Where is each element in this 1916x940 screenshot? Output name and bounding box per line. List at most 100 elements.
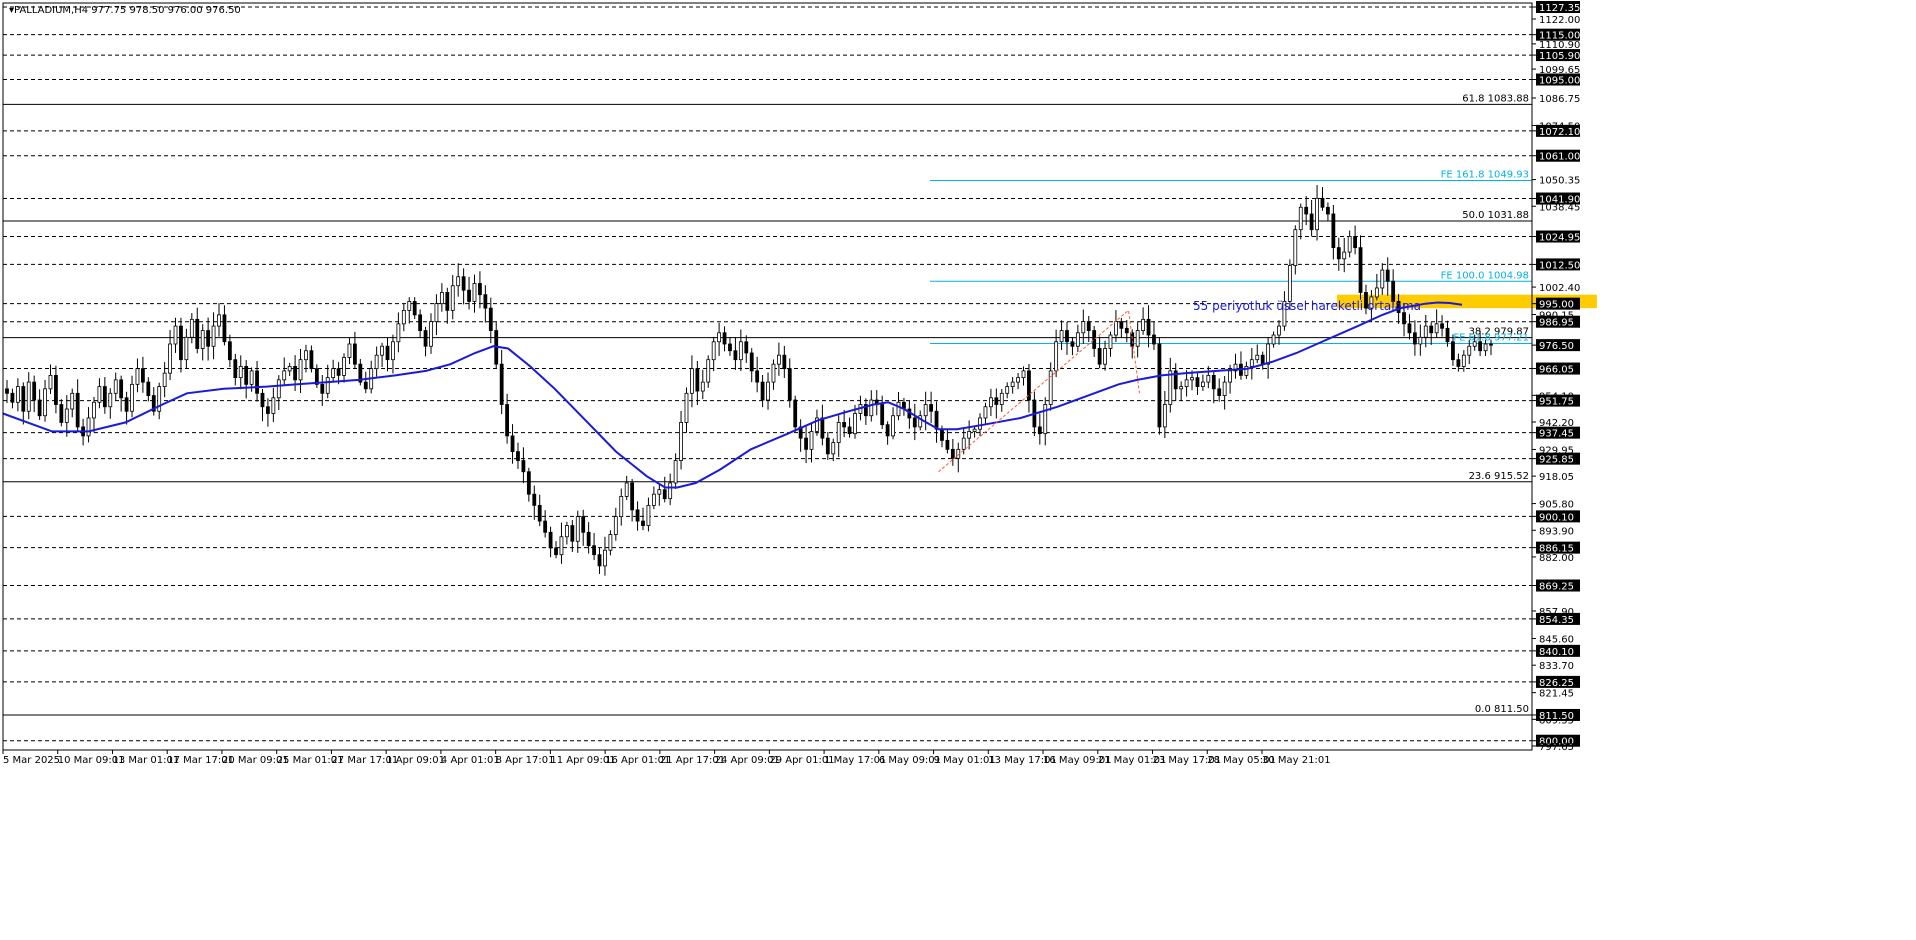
candle <box>1445 320 1450 347</box>
time-tick-label: 1 Apr 09:01 <box>386 755 445 766</box>
candle <box>157 382 162 420</box>
candle <box>559 522 564 564</box>
candle <box>1081 309 1086 344</box>
candle-body <box>217 314 221 327</box>
candle-body <box>1200 381 1205 387</box>
candle <box>744 335 749 363</box>
candle-body <box>700 381 705 392</box>
price-tick: 905.80 <box>1532 500 1574 511</box>
candle-body <box>1081 321 1086 334</box>
candle-body <box>831 442 836 455</box>
candle <box>287 362 292 376</box>
candle <box>211 312 216 360</box>
time-tick-label: 8 Apr 17:01 <box>496 755 555 766</box>
candle <box>657 484 662 506</box>
price-tag: 826.25 <box>1532 675 1580 689</box>
candle-body <box>1043 404 1048 435</box>
price-tag: 1072.10 <box>1532 124 1580 138</box>
candle-body <box>999 392 1004 405</box>
candle <box>1179 381 1184 402</box>
candle-body <box>244 366 249 385</box>
candle <box>608 530 613 556</box>
candle <box>1336 237 1341 271</box>
dashed-level-lines <box>3 6 1532 742</box>
candle <box>728 337 732 356</box>
candle-body <box>695 368 700 392</box>
candle <box>1016 372 1020 390</box>
candle <box>706 355 711 388</box>
price-tag-label: 986.95 <box>1539 318 1574 329</box>
candle <box>1353 225 1358 255</box>
candle <box>162 362 167 398</box>
candle-body <box>478 283 482 296</box>
candle <box>10 388 15 409</box>
candle-body <box>108 392 113 408</box>
candle-body <box>26 381 31 412</box>
candle <box>1124 319 1129 343</box>
candle-body <box>711 341 716 361</box>
candle-body <box>260 392 265 408</box>
candle-body <box>581 516 586 533</box>
price-tick: 1050.35 <box>1532 176 1580 187</box>
candle-body <box>1358 247 1363 293</box>
candle <box>983 402 988 425</box>
price-tag: 966.05 <box>1532 362 1580 376</box>
candle-body <box>1070 341 1075 347</box>
candle <box>771 359 776 390</box>
candle <box>755 356 760 393</box>
candle <box>412 297 417 319</box>
candle-body <box>1054 341 1059 372</box>
candle <box>543 510 548 538</box>
candle-body <box>499 363 504 405</box>
candle <box>173 317 178 353</box>
candle <box>282 357 287 387</box>
candle-body <box>304 350 308 361</box>
candle-body <box>1331 213 1336 249</box>
candle-body <box>21 386 26 412</box>
candle <box>972 425 977 438</box>
candle-body <box>287 366 292 372</box>
candle <box>1347 230 1352 258</box>
candle-body <box>374 354 379 370</box>
candle <box>244 360 249 399</box>
candle-body <box>266 406 270 414</box>
candle-body <box>537 504 542 522</box>
candle <box>113 372 118 401</box>
candle-body <box>1124 327 1129 334</box>
candle <box>1152 321 1156 350</box>
candle <box>999 388 1004 412</box>
candle <box>124 391 129 425</box>
chart-header: ▾PALLADIUM,H4 977.75 978.50 976.00 976.5… <box>9 5 241 16</box>
candle <box>804 426 808 464</box>
time-tick-label: 6 May 09:01 <box>879 755 941 766</box>
candle <box>521 447 526 484</box>
candle <box>684 387 689 433</box>
candle <box>717 322 722 356</box>
candle-body <box>1217 388 1222 396</box>
fib-retracement-label: 61.8 1083.88 <box>1462 93 1529 104</box>
candle-body <box>885 424 890 437</box>
candle-body <box>891 415 895 437</box>
candle <box>1195 373 1200 395</box>
candle-body <box>532 493 537 506</box>
candle-body <box>809 431 814 450</box>
candle-body <box>184 336 189 361</box>
candle-body <box>1190 377 1194 381</box>
candle-body <box>1075 332 1080 347</box>
candle-body <box>64 408 69 423</box>
candle-body <box>92 401 96 419</box>
candle-body <box>37 399 42 417</box>
candle <box>407 297 412 324</box>
candle-body <box>630 482 635 511</box>
candle <box>1309 199 1314 237</box>
candle-body <box>1135 330 1140 347</box>
price-tick-label: 845.60 <box>1539 635 1574 646</box>
candle <box>1358 235 1363 300</box>
candle <box>369 360 374 394</box>
price-tag-label: 1012.50 <box>1539 260 1580 271</box>
candle <box>820 404 825 446</box>
candle <box>793 395 798 432</box>
price-tag-label: 900.10 <box>1539 512 1574 523</box>
candle-body <box>1374 287 1379 298</box>
candle-body <box>912 417 917 428</box>
